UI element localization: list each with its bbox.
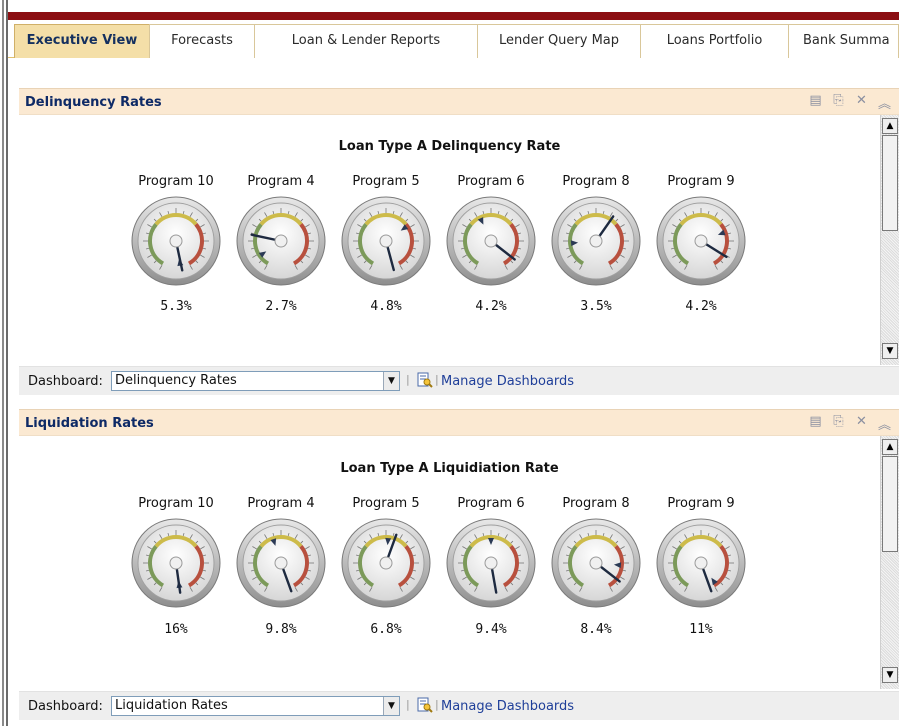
scroll-down-button[interactable]: ▼: [882, 343, 898, 359]
tab-forecasts[interactable]: Forecasts: [149, 24, 255, 58]
left-frame-border: [0, 0, 8, 726]
gauge-dial: [551, 518, 641, 608]
document-icon[interactable]: ▤: [809, 93, 822, 112]
manage-dashboards-icon[interactable]: [417, 697, 433, 713]
gauge-group-title: Loan Type A Delinquency Rate: [338, 139, 561, 154]
program-label: Program 10: [138, 496, 214, 511]
panel-body: Loan Type A Delinquency Rate Program 10 5…: [19, 115, 880, 365]
program-label: Program 4: [247, 174, 315, 189]
gauge-dial: [341, 196, 431, 286]
program-label: Program 5: [352, 174, 420, 189]
dashboard-label: Dashboard:: [28, 699, 103, 714]
separator: |: [406, 698, 410, 711]
panel-body: Loan Type A Liquidiation Rate Program 10…: [19, 436, 880, 689]
gauge-value: 9.4%: [475, 622, 507, 637]
program-label: Program 9: [667, 496, 735, 511]
vertical-scrollbar[interactable]: ▲ ▼: [880, 115, 899, 365]
gauge-value: 5.3%: [160, 299, 192, 314]
separator: |: [406, 373, 410, 386]
gauge-value: 2.7%: [265, 299, 297, 314]
panel-footer: Dashboard: Liquidation Rates ▼ | | Manag…: [19, 691, 899, 720]
program-label: Program 8: [562, 174, 630, 189]
chevron-down-icon[interactable]: ▼: [383, 372, 399, 390]
gauge-dial: [131, 518, 221, 608]
scroll-down-button[interactable]: ▼: [882, 667, 898, 683]
export-icon[interactable]: ⎘: [832, 414, 845, 433]
panel-header-icons: ▤ ⎘ ✕ ︽: [809, 414, 891, 433]
program-label: Program 5: [352, 496, 420, 511]
manage-dashboards-icon[interactable]: [417, 372, 433, 388]
program-label: Program 9: [667, 174, 735, 189]
scroll-thumb[interactable]: [882, 135, 898, 231]
manage-dashboards-link[interactable]: Manage Dashboards: [441, 374, 574, 389]
program-label: Program 6: [457, 496, 525, 511]
gauge-value: 8.4%: [580, 622, 612, 637]
close-icon[interactable]: ✕: [855, 93, 868, 112]
program-label: Program 6: [457, 174, 525, 189]
gauge-dial: [236, 196, 326, 286]
gauge-value: 9.8%: [265, 622, 297, 637]
collapse-icon[interactable]: ︽: [878, 414, 891, 433]
separator: |: [435, 698, 439, 711]
tab-executive-view[interactable]: Executive View: [14, 24, 150, 58]
program-label: Program 10: [138, 174, 214, 189]
scroll-up-button[interactable]: ▲: [882, 439, 898, 455]
top-accent-bar: [8, 12, 899, 20]
gauge-value: 4.8%: [370, 299, 402, 314]
dashboard-select-value: Delinquency Rates: [115, 373, 237, 388]
gauge-dial: [446, 196, 536, 286]
gauge-value: 6.8%: [370, 622, 402, 637]
gauge-value: 16%: [164, 622, 188, 637]
panel-delinquency-rates: Delinquency Rates ▤ ⎘ ✕ ︽ Loan Type A De…: [19, 88, 899, 396]
gauge-value: 4.2%: [475, 299, 507, 314]
panel-header: Delinquency Rates ▤ ⎘ ✕ ︽: [19, 88, 899, 115]
panel-title: Liquidation Rates: [25, 416, 154, 431]
tab-loan-lender-reports[interactable]: Loan & Lender Reports: [254, 24, 478, 58]
gauge-dial: [551, 196, 641, 286]
dashboard-select[interactable]: Delinquency Rates ▼: [111, 371, 400, 391]
scroll-thumb[interactable]: [882, 456, 898, 552]
tab-bank-summary[interactable]: Bank Summa: [788, 24, 899, 58]
panel-liquidation-rates: Liquidation Rates ▤ ⎘ ✕ ︽ Loan Type A Li…: [19, 409, 899, 726]
vertical-scrollbar[interactable]: ▲ ▼: [880, 436, 899, 689]
export-icon[interactable]: ⎘: [832, 93, 845, 112]
chevron-down-icon[interactable]: ▼: [383, 697, 399, 715]
close-icon[interactable]: ✕: [855, 414, 868, 433]
gauge-group-title: Loan Type A Liquidiation Rate: [340, 461, 559, 476]
gauge-dial: [446, 518, 536, 608]
panel-footer: Dashboard: Delinquency Rates ▼ | | Manag…: [19, 366, 899, 395]
gauge-dial: [236, 518, 326, 608]
tab-bar: Executive View Forecasts Loan & Lender R…: [8, 20, 899, 58]
panel-header-icons: ▤ ⎘ ✕ ︽: [809, 93, 891, 112]
panel-header: Liquidation Rates ▤ ⎘ ✕ ︽: [19, 409, 899, 436]
collapse-icon[interactable]: ︽: [878, 93, 891, 112]
gauge-dial: [656, 196, 746, 286]
tab-lender-query-map[interactable]: Lender Query Map: [477, 24, 641, 58]
gauge-value: 3.5%: [580, 299, 612, 314]
separator: |: [435, 373, 439, 386]
gauge-value: 11%: [689, 622, 713, 637]
manage-dashboards-link[interactable]: Manage Dashboards: [441, 699, 574, 714]
gauge-dial: [131, 196, 221, 286]
panel-title: Delinquency Rates: [25, 95, 162, 110]
program-label: Program 8: [562, 496, 630, 511]
program-label: Program 4: [247, 496, 315, 511]
document-icon[interactable]: ▤: [809, 414, 822, 433]
dashboard-select[interactable]: Liquidation Rates ▼: [111, 696, 400, 716]
tab-loans-portfolio[interactable]: Loans Portfolio: [640, 24, 789, 58]
gauge-dial: [341, 518, 431, 608]
dashboard-label: Dashboard:: [28, 374, 103, 389]
dashboard-select-value: Liquidation Rates: [115, 698, 228, 713]
scroll-up-button[interactable]: ▲: [882, 118, 898, 134]
gauge-value: 4.2%: [685, 299, 717, 314]
gauge-dial: [656, 518, 746, 608]
